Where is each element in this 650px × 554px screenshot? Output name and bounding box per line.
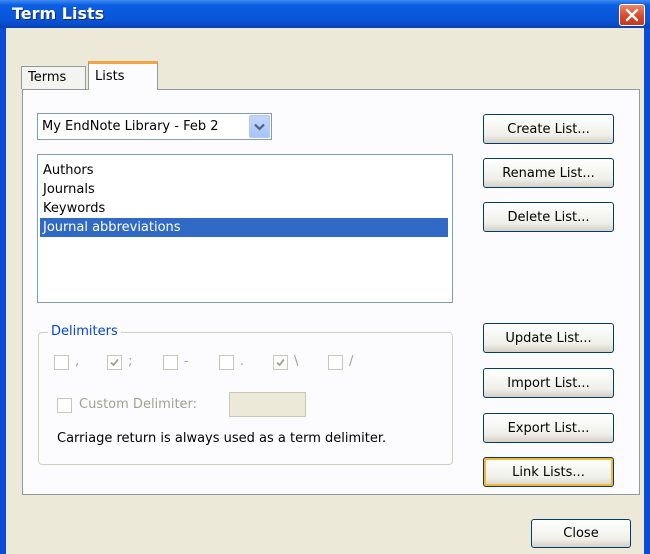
checkmark-icon [110,358,119,367]
delimiter-semicolon-label: ; [128,354,133,369]
list-item-selected[interactable]: Journal abbreviations [40,218,448,237]
term-lists-listbox[interactable]: Authors Journals Keywords Journal abbrev… [37,154,453,303]
custom-delimiter-input[interactable] [229,392,306,417]
export-list-button[interactable]: Export List... [483,413,614,443]
delimiter-period-checkbox[interactable] [219,355,234,370]
window-title: Term Lists [12,4,105,23]
delimiter-hyphen-checkbox[interactable] [163,355,178,370]
delimiter-slash-label: / [349,354,354,369]
delete-list-button[interactable]: Delete List... [483,202,614,232]
list-item[interactable]: Keywords [40,199,448,218]
close-icon [625,8,639,22]
dropdown-arrow-button[interactable] [249,115,270,138]
delimiter-comma-checkbox[interactable] [54,355,69,370]
custom-delimiter-label: Custom Delimiter: [79,397,198,412]
update-list-button[interactable]: Update List... [483,323,614,353]
close-button[interactable]: Close [531,519,631,548]
delimiters-group-label: Delimiters [48,324,121,339]
library-select-value: My EndNote Library - Feb 2 [42,119,219,134]
list-item[interactable]: Authors [40,161,448,180]
custom-delimiter-checkbox[interactable] [57,398,72,413]
import-list-button[interactable]: Import List... [483,368,614,398]
create-list-button[interactable]: Create List... [483,114,614,144]
window-close-button[interactable] [619,4,645,26]
library-select[interactable]: My EndNote Library - Feb 2 [37,113,272,140]
chevron-down-icon [254,123,265,131]
title-bar[interactable]: Term Lists [0,0,650,28]
delimiter-backslash-label: \ [294,354,299,369]
delimiter-semicolon-checkbox[interactable] [107,355,122,370]
delimiter-period-label: . [240,354,245,369]
delimiter-backslash-checkbox[interactable] [273,355,288,370]
list-item[interactable]: Journals [40,180,448,199]
link-lists-button[interactable]: Link Lists... [483,457,614,487]
delimiter-hyphen-label: - [184,354,189,369]
tab-lists[interactable]: Lists [88,61,158,90]
tab-terms[interactable]: Terms [21,66,86,89]
rename-list-button[interactable]: Rename List... [483,158,614,188]
delimiter-note: Carriage return is always used as a term… [57,431,387,446]
delimiter-comma-label: , [75,354,80,369]
checkmark-icon [276,358,285,367]
delimiter-slash-checkbox[interactable] [328,355,343,370]
